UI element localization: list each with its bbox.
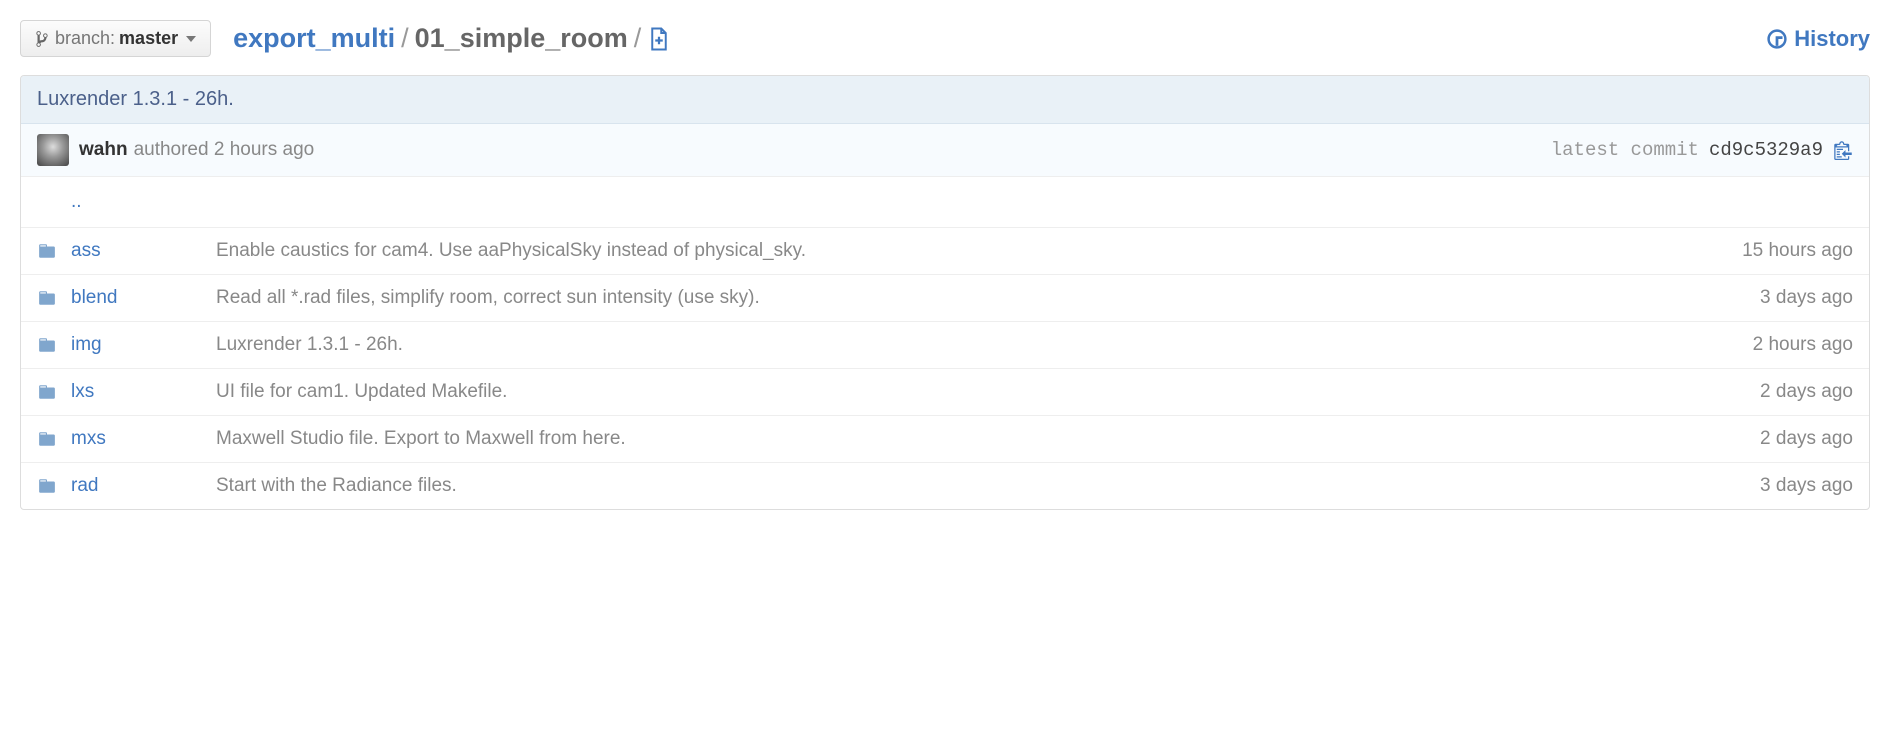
breadcrumb-separator: / — [401, 23, 409, 54]
file-commit-message[interactable]: UI file for cam1. Updated Makefile. — [216, 381, 1740, 403]
commit-author[interactable]: wahn — [79, 139, 128, 161]
breadcrumb-root[interactable]: export_multi — [233, 23, 395, 54]
folder-link[interactable]: mxs — [71, 428, 106, 449]
folder-icon — [37, 477, 71, 495]
breadcrumb-separator: / — [634, 23, 642, 54]
table-row: lxs UI file for cam1. Updated Makefile.2 … — [21, 369, 1869, 416]
file-commit-message[interactable]: Enable caustics for cam4. Use aaPhysical… — [216, 240, 1722, 262]
table-row: mxs Maxwell Studio file. Export to Maxwel… — [21, 416, 1869, 463]
avatar[interactable] — [37, 134, 69, 166]
folder-link[interactable]: lxs — [71, 381, 94, 402]
table-row: rad Start with the Radiance files.3 days … — [21, 463, 1869, 509]
git-branch-icon — [35, 30, 49, 48]
file-age: 2 days ago — [1740, 381, 1853, 403]
commit-authored-time: authored 2 hours ago — [134, 139, 315, 161]
caret-down-icon — [186, 36, 196, 42]
folder-link[interactable]: img — [71, 334, 102, 355]
branch-name: master — [119, 28, 178, 49]
folder-icon — [37, 242, 71, 260]
file-age: 2 days ago — [1740, 428, 1853, 450]
latest-commit-label: latest commit — [1551, 139, 1699, 161]
parent-directory-link[interactable]: .. — [71, 191, 82, 212]
file-age: 15 hours ago — [1722, 240, 1853, 262]
commit-meta: wahn authored 2 hours ago latest commit … — [21, 124, 1869, 177]
history-label: History — [1794, 26, 1870, 52]
file-age: 3 days ago — [1740, 287, 1853, 309]
file-commit-message[interactable]: Start with the Radiance files. — [216, 475, 1740, 497]
history-icon — [1766, 28, 1788, 50]
folder-link[interactable]: ass — [71, 240, 101, 261]
history-link[interactable]: History — [1766, 26, 1870, 52]
branch-label: branch: — [55, 28, 115, 49]
table-row: img Luxrender 1.3.1 - 26h.2 hours ago — [21, 322, 1869, 369]
folder-link[interactable]: rad — [71, 475, 98, 496]
parent-directory-row[interactable]: .. — [21, 177, 1869, 228]
folder-icon — [37, 430, 71, 448]
folder-icon — [37, 383, 71, 401]
file-age: 2 hours ago — [1733, 334, 1853, 356]
table-row: blend Read all *.rad files, simplify room… — [21, 275, 1869, 322]
clipboard-icon[interactable] — [1833, 140, 1853, 160]
file-commit-message[interactable]: Read all *.rad files, simplify room, cor… — [216, 287, 1740, 309]
file-listing: Luxrender 1.3.1 - 26h. wahn authored 2 h… — [20, 75, 1870, 510]
file-age: 3 days ago — [1740, 475, 1853, 497]
file-commit-message[interactable]: Luxrender 1.3.1 - 26h. — [216, 334, 1733, 356]
table-row: ass Enable caustics for cam4. Use aaPhysi… — [21, 228, 1869, 275]
branch-selector[interactable]: branch: master — [20, 20, 211, 57]
folder-link[interactable]: blend — [71, 287, 118, 308]
file-commit-message[interactable]: Maxwell Studio file. Export to Maxwell f… — [216, 428, 1740, 450]
new-file-icon[interactable] — [649, 27, 669, 51]
breadcrumb: export_multi / 01_simple_room / — [233, 23, 669, 54]
folder-icon — [37, 336, 71, 354]
breadcrumb-current: 01_simple_room — [415, 23, 628, 54]
folder-icon — [37, 289, 71, 307]
commit-sha[interactable]: cd9c5329a9 — [1709, 139, 1823, 161]
latest-commit-message[interactable]: Luxrender 1.3.1 - 26h. — [21, 76, 1869, 124]
